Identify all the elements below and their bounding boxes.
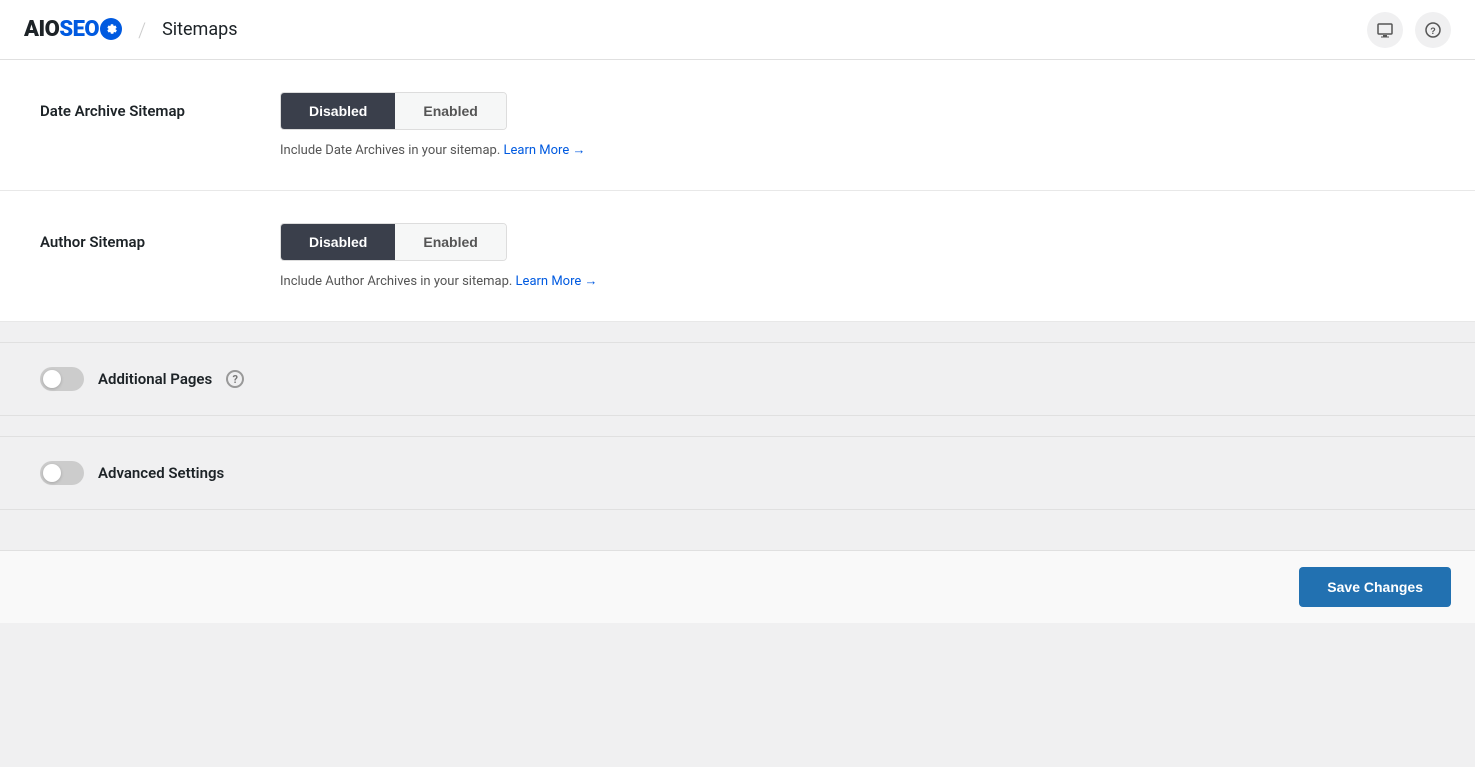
author-sitemap-section: Author Sitemap Disabled Enabled Include … (0, 191, 1475, 322)
advanced-settings-label: Advanced Settings (98, 464, 224, 482)
help-button[interactable]: ? (1415, 12, 1451, 48)
date-archive-toggle-group: Disabled Enabled (280, 92, 507, 130)
date-archive-control: Disabled Enabled Include Date Archives i… (280, 92, 1435, 158)
date-archive-description: Include Date Archives in your sitemap. L… (280, 142, 1435, 158)
main-content: Date Archive Sitemap Disabled Enabled In… (0, 60, 1475, 550)
author-sitemap-learn-more[interactable]: Learn More → (516, 274, 598, 289)
header: AIOSEO / Sitemaps ? (0, 0, 1475, 60)
date-archive-section: Date Archive Sitemap Disabled Enabled In… (0, 60, 1475, 191)
question-icon: ? (1425, 22, 1441, 38)
author-sitemap-control: Disabled Enabled Include Author Archives… (280, 223, 1435, 289)
author-sitemap-toggle-group: Disabled Enabled (280, 223, 507, 261)
author-sitemap-label: Author Sitemap (40, 223, 240, 251)
advanced-settings-slider (40, 461, 84, 485)
date-archive-label: Date Archive Sitemap (40, 92, 240, 120)
footer: Save Changes (0, 550, 1475, 623)
author-sitemap-enabled-btn[interactable]: Enabled (395, 224, 505, 260)
author-sitemap-description: Include Author Archives in your sitemap.… (280, 273, 1435, 289)
additional-pages-label: Additional Pages (98, 370, 212, 388)
advanced-settings-toggle[interactable] (40, 461, 84, 485)
logo: AIOSEO (24, 17, 122, 42)
svg-text:?: ? (1430, 26, 1436, 36)
additional-pages-slider (40, 367, 84, 391)
screen-icon (1377, 22, 1393, 38)
logo-seo: SEO (59, 17, 99, 42)
page-title: Sitemaps (162, 19, 237, 40)
additional-pages-section: Additional Pages ? (0, 342, 1475, 416)
additional-pages-toggle[interactable] (40, 367, 84, 391)
logo-aio: AIO (24, 17, 59, 42)
date-archive-learn-more[interactable]: Learn More → (504, 143, 586, 158)
date-archive-disabled-btn[interactable]: Disabled (281, 93, 395, 129)
header-right: ? (1367, 12, 1451, 48)
save-changes-button[interactable]: Save Changes (1299, 567, 1451, 607)
date-archive-enabled-btn[interactable]: Enabled (395, 93, 505, 129)
logo-icon (100, 18, 122, 40)
separator: / (138, 18, 146, 42)
header-left: AIOSEO / Sitemaps (24, 17, 238, 42)
gray-spacer-1 (0, 322, 1475, 342)
gray-spacer-2 (0, 416, 1475, 436)
gray-spacer-3 (0, 510, 1475, 550)
gear-icon (104, 22, 118, 36)
screen-options-button[interactable] (1367, 12, 1403, 48)
additional-pages-help-icon[interactable]: ? (226, 370, 244, 388)
author-sitemap-disabled-btn[interactable]: Disabled (281, 224, 395, 260)
advanced-settings-section: Advanced Settings (0, 436, 1475, 510)
